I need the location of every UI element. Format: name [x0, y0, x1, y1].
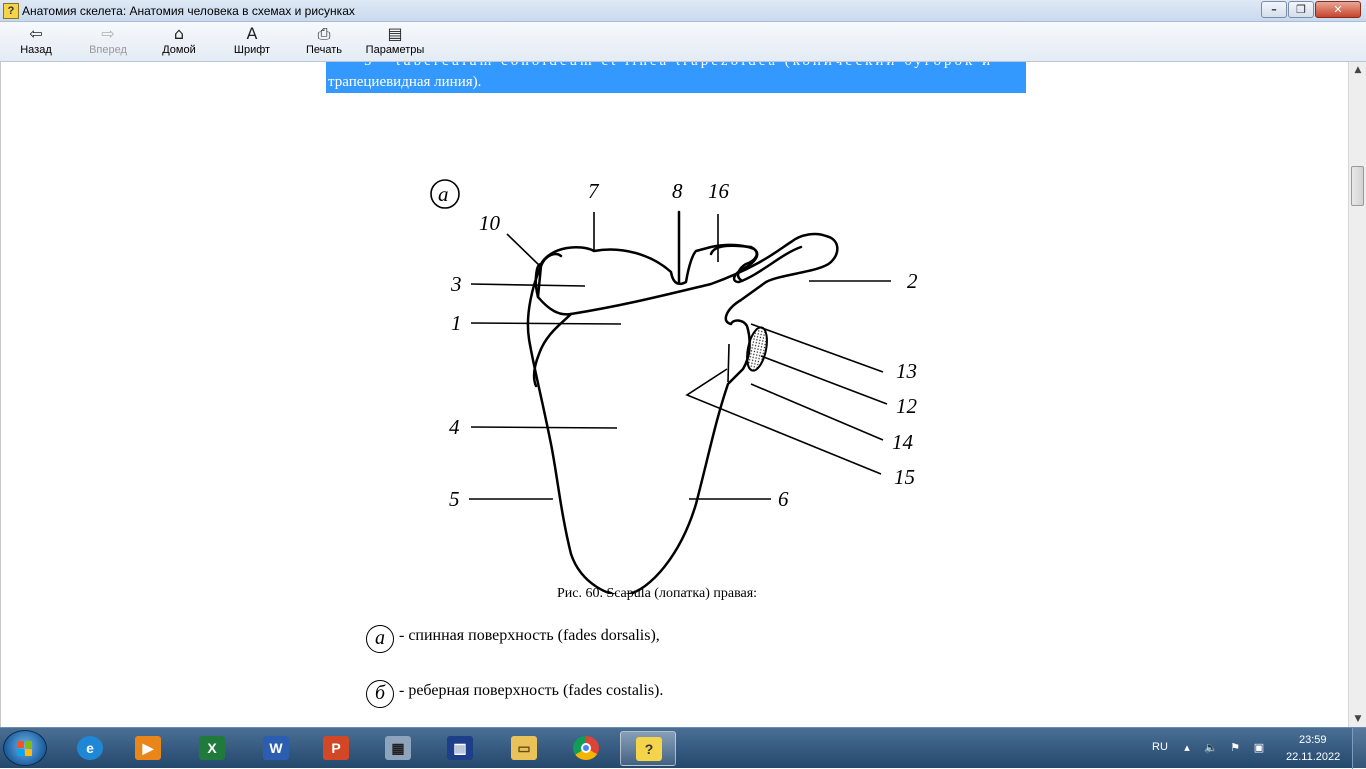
selected-line-1: 5 - tuberculum conoideum et linea trapez… — [364, 62, 993, 72]
clock-date[interactable]: 22.11.2022 — [1286, 751, 1340, 763]
vertical-scrollbar[interactable]: ▲ ▼ — [1348, 62, 1366, 727]
taskbar-help-viewer[interactable]: ? — [620, 731, 676, 766]
taskbar-books[interactable]: ▥ — [432, 731, 488, 766]
home-label: Домой — [162, 44, 196, 56]
options-button[interactable]: ▤ Параметры — [364, 24, 426, 60]
forward-arrow-icon: ⇨ — [101, 24, 115, 43]
show-desktop-button[interactable] — [1352, 728, 1366, 769]
minimize-button[interactable]: – — [1261, 1, 1287, 18]
leader-4 — [470, 426, 618, 429]
label-10: 10 — [479, 211, 501, 235]
leader-10 — [506, 233, 542, 268]
windows-logo-icon — [17, 741, 33, 757]
action-center-icon[interactable]: ⚑ — [1228, 741, 1242, 755]
home-button[interactable]: ⌂ Домой — [158, 24, 200, 60]
label-7: 7 — [588, 179, 600, 203]
clock-time[interactable]: 23:59 — [1299, 734, 1327, 746]
scroll-up-icon[interactable]: ▲ — [1350, 62, 1366, 78]
label-16: 16 — [708, 179, 730, 203]
taskbar-excel[interactable]: X — [184, 731, 240, 766]
tray-expand-icon[interactable]: ▴ — [1180, 741, 1194, 755]
label-13: 13 — [896, 359, 917, 383]
title-bar: ? Анатомия скелета: Анатомия человека в … — [0, 0, 1366, 22]
forward-label: Вперед — [89, 44, 127, 56]
label-5: 5 — [449, 487, 460, 511]
leader-1 — [470, 322, 622, 325]
volume-icon[interactable]: 🔈 — [1204, 741, 1218, 755]
legend-text-b: - реберная поверхность (fades costalis). — [399, 682, 664, 699]
taskbar: e ▶ X W P ▦ ▥ ▭ ? RU ▴ 🔈 ⚑ ▣ 23:59 22.11… — [0, 727, 1366, 769]
taskbar-media-player[interactable]: ▶ — [120, 731, 176, 766]
label-4: 4 — [449, 415, 460, 439]
scroll-thumb[interactable] — [1351, 166, 1364, 206]
leader-14 — [750, 383, 884, 441]
label-1: 1 — [451, 311, 462, 335]
close-button[interactable]: ✕ — [1315, 1, 1361, 18]
window-title: Анатомия скелета: Анатомия человека в сх… — [22, 4, 355, 18]
options-icon: ▤ — [387, 24, 403, 43]
legend-mark-b: б — [366, 680, 394, 708]
forward-button[interactable]: ⇨ Вперед — [84, 24, 132, 60]
print-button[interactable]: ⎙ Печать — [302, 24, 346, 60]
scapula-drawing: а 7 8 16 10 3 2 1 13 12 4 14 15 5 6 9 — [430, 179, 918, 648]
leader-13 — [750, 323, 884, 373]
options-label: Параметры — [365, 44, 425, 56]
figure-caption: Рис. 60. Scapula (лопатка) правая: — [557, 586, 758, 601]
taskbar-word[interactable]: W — [248, 731, 304, 766]
taskbar-file-explorer[interactable]: ▭ — [496, 731, 552, 766]
label-8: 8 — [672, 179, 683, 203]
label-6: 6 — [778, 487, 789, 511]
network-icon[interactable]: ▣ — [1252, 741, 1266, 755]
internet-explorer-icon: e — [77, 736, 103, 760]
excel-icon: X — [199, 736, 225, 760]
maximize-button[interactable]: ❐ — [1288, 1, 1314, 18]
taskbar-chrome[interactable] — [558, 731, 614, 766]
topic-content: 5 - tuberculum conoideum et linea trapez… — [0, 62, 1348, 727]
font-button[interactable]: A Шрифт — [230, 24, 274, 60]
question-book-icon: ? — [3, 3, 19, 19]
books-icon: ▥ — [447, 736, 473, 760]
leader-3 — [470, 283, 586, 287]
label-14: 14 — [892, 430, 914, 454]
label-view: а — [438, 182, 449, 206]
language-indicator[interactable]: RU — [1152, 741, 1168, 753]
media-player-icon: ▶ — [135, 736, 161, 760]
label-2: 2 — [907, 269, 918, 293]
word-icon: W — [263, 736, 289, 760]
scroll-down-icon[interactable]: ▼ — [1350, 711, 1366, 727]
back-arrow-icon: ⇦ — [29, 24, 43, 43]
taskbar-internet-explorer[interactable]: e — [62, 731, 118, 766]
spine-upper — [534, 243, 803, 299]
acromion-curve — [539, 252, 563, 268]
scapula-outline — [526, 232, 839, 597]
legend-text-a: - спинная поверхность (fades dorsalis), — [399, 627, 660, 644]
powerpoint-icon: P — [323, 736, 349, 760]
selected-line-2: трапециевидная линия). — [328, 74, 482, 90]
legend-mark-a: а — [366, 625, 394, 653]
taskbar-powerpoint[interactable]: P — [308, 731, 364, 766]
start-button[interactable] — [3, 730, 47, 766]
back-button[interactable]: ⇦ Назад — [14, 24, 58, 60]
folder-icon: ▭ — [511, 736, 537, 760]
home-icon: ⌂ — [173, 24, 185, 43]
calculator-icon: ▦ — [385, 736, 411, 760]
leader-arrow — [727, 343, 730, 383]
label-12: 12 — [896, 394, 918, 418]
question-book-icon: ? — [636, 737, 662, 761]
taskbar-calculator[interactable]: ▦ — [370, 731, 426, 766]
chrome-icon — [573, 736, 599, 760]
back-label: Назад — [20, 44, 52, 56]
font-icon: A — [246, 24, 258, 43]
printer-icon: ⎙ — [317, 24, 331, 43]
font-label: Шрифт — [233, 44, 271, 56]
selected-text[interactable]: 5 - tuberculum conoideum et linea trapez… — [326, 62, 1026, 93]
scapula-figure: а 7 8 16 10 3 2 1 13 12 4 14 15 5 6 9 — [421, 114, 941, 648]
spine-ridge — [532, 312, 573, 388]
print-label: Печать — [305, 44, 343, 56]
toolbar: ⇦ Назад ⇨ Вперед ⌂ Домой A Шрифт ⎙ Печат… — [0, 22, 1366, 62]
label-15: 15 — [894, 465, 915, 489]
label-3: 3 — [450, 272, 462, 296]
